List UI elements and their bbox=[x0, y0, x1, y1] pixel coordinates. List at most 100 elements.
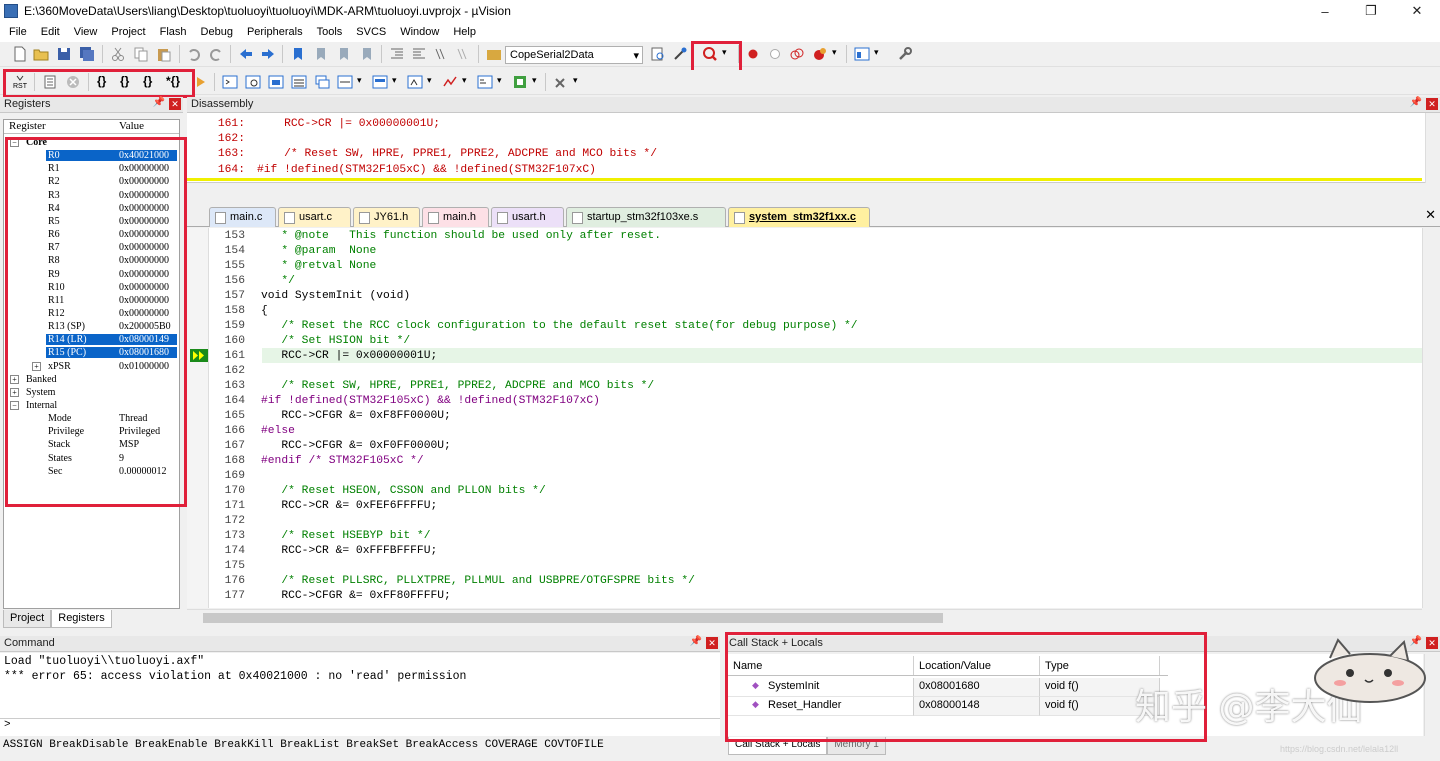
unindent-icon[interactable] bbox=[411, 46, 427, 62]
analysis-window-icon[interactable] bbox=[442, 74, 458, 90]
tools-wrench-icon[interactable] bbox=[897, 46, 913, 62]
editor-scrollbar[interactable] bbox=[1422, 228, 1440, 608]
menu-flash[interactable]: Flash bbox=[153, 26, 194, 38]
file-tab[interactable]: usart.c bbox=[278, 207, 351, 227]
symbols-window-icon[interactable] bbox=[268, 74, 284, 90]
indent-icon[interactable] bbox=[389, 46, 405, 62]
target-combo[interactable]: CopeSerial2Data ▾ bbox=[505, 46, 643, 64]
pin-icon[interactable]: 📌 bbox=[153, 97, 165, 108]
debug-toolbar: RST {} {} {} *{} ▾ ▾ ▾ ▾ ▾ ▾ ▾ bbox=[0, 70, 1440, 95]
file-tab-label: JY61.h bbox=[374, 211, 409, 223]
open-folder-icon[interactable] bbox=[33, 46, 49, 62]
memory-dropdown-chevron-icon[interactable]: ▾ bbox=[392, 75, 397, 86]
cut-icon[interactable] bbox=[110, 46, 126, 62]
enable-breakpoint-icon[interactable] bbox=[767, 46, 783, 62]
command-output-line: *** error 65: access violation at 0x4002… bbox=[4, 670, 467, 683]
memory-window-icon[interactable] bbox=[372, 74, 388, 90]
configure-icon[interactable] bbox=[672, 46, 688, 62]
insert-breakpoint-icon[interactable] bbox=[745, 46, 761, 62]
find-icon[interactable] bbox=[650, 46, 666, 62]
breakpoint-dropdown-chevron-icon[interactable]: ▾ bbox=[832, 47, 837, 58]
file-tab[interactable]: main.h bbox=[422, 207, 489, 227]
command-window-icon[interactable] bbox=[222, 74, 238, 90]
disassembly-window-icon[interactable] bbox=[245, 74, 261, 90]
pin-icon[interactable]: 📌 bbox=[690, 636, 702, 647]
serial-window-icon[interactable] bbox=[407, 74, 423, 90]
disassembly-scrollbar[interactable] bbox=[1425, 113, 1440, 183]
menu-file[interactable]: File bbox=[2, 26, 34, 38]
menu-peripherals[interactable]: Peripherals bbox=[240, 26, 310, 38]
editor-hscrollbar[interactable] bbox=[187, 609, 1422, 625]
copy-icon[interactable] bbox=[133, 46, 149, 62]
close-button[interactable]: ✕ bbox=[1394, 0, 1440, 22]
show-next-statement-icon[interactable] bbox=[194, 74, 210, 90]
menu-view[interactable]: View bbox=[67, 26, 105, 38]
watch-window-icon[interactable] bbox=[337, 74, 353, 90]
save-all-icon[interactable] bbox=[79, 46, 95, 62]
line-number: 164 bbox=[224, 395, 245, 407]
toolbox-dropdown-chevron-icon[interactable]: ▾ bbox=[573, 75, 578, 86]
window-layout-icon[interactable] bbox=[854, 46, 870, 62]
disassembly-view[interactable]: 161: RCC->CR |= 0x00000001U; 162: 163: /* … bbox=[187, 113, 1440, 183]
file-tab[interactable]: JY61.h bbox=[353, 207, 420, 227]
tab-registers[interactable]: Registers bbox=[51, 610, 112, 628]
registers-window-icon[interactable] bbox=[291, 74, 307, 90]
bookmark-icon[interactable] bbox=[290, 46, 306, 62]
analysis-dropdown-chevron-icon[interactable]: ▾ bbox=[462, 75, 467, 86]
file-tab[interactable]: usart.h bbox=[491, 207, 564, 227]
command-panel-title: Command bbox=[4, 637, 55, 649]
new-file-icon[interactable] bbox=[12, 46, 28, 62]
redo-icon[interactable] bbox=[208, 46, 224, 62]
undo-icon[interactable] bbox=[186, 46, 202, 62]
maximize-button[interactable]: ❐ bbox=[1348, 0, 1394, 22]
menu-tools[interactable]: Tools bbox=[310, 26, 350, 38]
nav-forward-icon[interactable] bbox=[260, 46, 276, 62]
code-editor[interactable]: 153 * @note This function should be used… bbox=[187, 228, 1422, 608]
toolbox-icon[interactable] bbox=[553, 74, 569, 90]
trace-dropdown-chevron-icon[interactable]: ▾ bbox=[497, 75, 502, 86]
command-output: Load "tuoluoyi\\tuoluoyi.axf" *** error 6… bbox=[0, 653, 720, 718]
file-tab[interactable]: system_stm32f1xx.c bbox=[728, 207, 870, 227]
menu-edit[interactable]: Edit bbox=[34, 26, 67, 38]
menu-svcs[interactable]: SVCS bbox=[349, 26, 393, 38]
save-icon[interactable] bbox=[56, 46, 72, 62]
kill-breakpoints-icon[interactable] bbox=[812, 46, 828, 62]
menu-project[interactable]: Project bbox=[104, 26, 152, 38]
viewer-dropdown-chevron-icon[interactable]: ▾ bbox=[532, 75, 537, 86]
execution-arrow-icon bbox=[190, 349, 208, 362]
close-icon[interactable]: ✕ bbox=[1426, 98, 1438, 110]
clear-bookmarks-icon[interactable] bbox=[359, 46, 375, 62]
tab-project[interactable]: Project bbox=[3, 610, 52, 628]
trace-window-icon[interactable] bbox=[477, 74, 493, 90]
minimize-button[interactable]: – bbox=[1302, 0, 1348, 22]
line-number: 166 bbox=[224, 425, 245, 437]
file-tab-label: startup_stm32f103xe.s bbox=[587, 211, 699, 223]
watch-dropdown-chevron-icon[interactable]: ▾ bbox=[357, 75, 362, 86]
close-icon[interactable]: ✕ bbox=[706, 637, 718, 649]
close-editor-icon[interactable]: ✕ bbox=[1425, 207, 1436, 223]
line-number: 173 bbox=[224, 530, 245, 542]
find-in-files-icon[interactable] bbox=[486, 46, 502, 62]
file-tab[interactable]: startup_stm32f103xe.s bbox=[566, 207, 726, 227]
paste-icon[interactable] bbox=[156, 46, 172, 62]
code-text: RCC->CFGR &= 0xFF80FFFFU; bbox=[261, 590, 451, 602]
command-input[interactable]: > bbox=[0, 718, 720, 736]
prev-bookmark-icon[interactable] bbox=[313, 46, 329, 62]
file-tab[interactable]: main.c bbox=[209, 207, 276, 227]
system-viewer-icon[interactable] bbox=[512, 74, 528, 90]
nav-back-icon[interactable] bbox=[238, 46, 254, 62]
call-stack-window-icon[interactable] bbox=[314, 74, 330, 90]
comment-icon[interactable] bbox=[433, 46, 449, 62]
next-bookmark-icon[interactable] bbox=[336, 46, 352, 62]
file-icon bbox=[284, 212, 295, 224]
line-number: 161 bbox=[224, 350, 245, 362]
serial-dropdown-chevron-icon[interactable]: ▾ bbox=[427, 75, 432, 86]
menu-help[interactable]: Help bbox=[446, 26, 483, 38]
menu-debug[interactable]: Debug bbox=[194, 26, 240, 38]
layout-dropdown-chevron-icon[interactable]: ▾ bbox=[874, 47, 879, 58]
disable-all-breakpoints-icon[interactable] bbox=[789, 46, 805, 62]
uncomment-icon[interactable] bbox=[455, 46, 471, 62]
close-icon[interactable]: ✕ bbox=[169, 98, 181, 110]
pin-icon[interactable]: 📌 bbox=[1410, 97, 1422, 108]
menu-window[interactable]: Window bbox=[393, 26, 446, 38]
